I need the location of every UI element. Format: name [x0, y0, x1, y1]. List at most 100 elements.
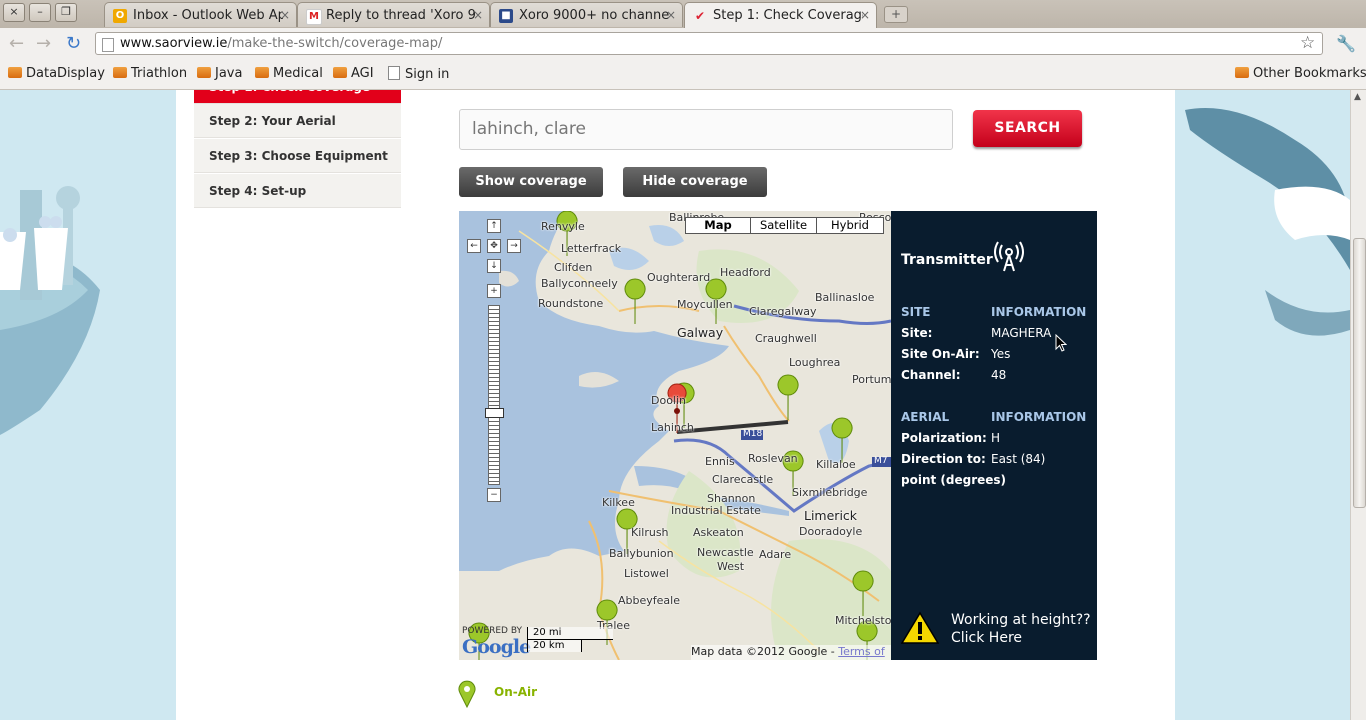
- tab-close-icon[interactable]: ×: [860, 8, 870, 22]
- folder-icon: [113, 67, 127, 78]
- location-search-input[interactable]: lahinch, clare: [459, 109, 953, 150]
- site-label: Site:: [901, 326, 933, 340]
- map-label: Headford: [720, 266, 771, 279]
- map-label: Craughwell: [755, 332, 817, 345]
- tab-title: Xoro 9000+ no channel: [519, 8, 669, 23]
- map-label: Loughrea: [789, 356, 841, 369]
- reload-button[interactable]: ↻: [66, 33, 81, 54]
- url-host: www.saorview.ie: [120, 36, 228, 51]
- folder-icon: [8, 67, 22, 78]
- map-label: Roslevan: [748, 452, 798, 465]
- scrollbar-thumb[interactable]: [1353, 238, 1366, 508]
- bookmark-sign-in[interactable]: Sign in: [388, 66, 449, 82]
- search-button[interactable]: SEARCH: [973, 110, 1082, 147]
- map-scale: 20 mi 20 km: [527, 627, 617, 655]
- wrench-menu-icon[interactable]: 🔧: [1336, 34, 1356, 53]
- scroll-up-icon[interactable]: ▲: [1354, 92, 1361, 102]
- site-on-air-value: Yes: [991, 347, 1011, 361]
- step-3-choose-equipment[interactable]: Step 3: Choose Equipment: [194, 139, 401, 173]
- tab-gmail-reply[interactable]: M Reply to thread 'Xoro 90 ×: [297, 2, 490, 27]
- hide-coverage-button[interactable]: Hide coverage: [623, 167, 767, 197]
- tab-strip: × – ❐ O Inbox - Outlook Web Ap × M Reply…: [0, 0, 1366, 28]
- map-label: Industrial Estate: [671, 504, 761, 517]
- tab-close-icon[interactable]: ×: [666, 8, 676, 22]
- map-label: Renvyle: [541, 220, 585, 233]
- road-label: M18: [743, 429, 763, 439]
- aerial-info-header: INFORMATION: [991, 410, 1087, 424]
- show-coverage-button[interactable]: Show coverage: [459, 167, 603, 197]
- tab-title: Reply to thread 'Xoro 90: [326, 8, 476, 23]
- back-button[interactable]: ←: [9, 33, 24, 54]
- map-type-satellite[interactable]: Satellite: [750, 217, 817, 234]
- tab-close-icon[interactable]: ×: [473, 8, 483, 22]
- map-label: Listowel: [624, 567, 669, 580]
- address-bar[interactable]: www.saorview.ie/make-the-switch/coverage…: [95, 32, 1323, 55]
- page-scrollbar[interactable]: ▲: [1350, 90, 1366, 720]
- map-type-map[interactable]: Map: [685, 217, 751, 234]
- map-label: Galway: [677, 325, 724, 340]
- window-close-button[interactable]: ×: [3, 3, 25, 22]
- map-label: Sixmilebridge: [792, 486, 868, 499]
- browser-toolbar: ← → ↻ www.saorview.ie/make-the-switch/co…: [0, 28, 1366, 60]
- tab-close-icon[interactable]: ×: [280, 8, 290, 22]
- window-maximize-button[interactable]: ❐: [55, 3, 77, 22]
- pan-left-icon[interactable]: ←: [467, 239, 481, 253]
- zoom-out-icon[interactable]: −: [487, 488, 501, 502]
- other-bookmarks[interactable]: Other Bookmarks: [1235, 66, 1366, 81]
- bookmark-java[interactable]: Java: [197, 66, 242, 81]
- aerial-header: AERIAL: [901, 410, 950, 424]
- page-icon: [102, 38, 114, 52]
- map-label: Moycullen: [677, 298, 733, 311]
- coverage-map[interactable]: Ballinrobe Roscom Renvyle Letterfrack Ou…: [459, 211, 891, 660]
- map-label: Kilrush: [631, 526, 669, 539]
- pan-up-icon[interactable]: ↑: [487, 219, 501, 233]
- pan-down-icon[interactable]: ↓: [487, 259, 501, 273]
- folder-icon: [197, 67, 211, 78]
- forward-button[interactable]: →: [36, 33, 51, 54]
- decorative-whale-illustration: [1175, 90, 1350, 720]
- window-minimize-button[interactable]: –: [29, 3, 51, 22]
- bookmark-star-icon[interactable]: ☆: [1300, 33, 1315, 53]
- step-1-check-coverage[interactable]: Step 1: Check Coverage: [194, 90, 401, 104]
- new-tab-button[interactable]: +: [884, 6, 908, 23]
- pan-right-icon[interactable]: →: [507, 239, 521, 253]
- on-air-marker-icon: [458, 680, 476, 708]
- zoom-slider-handle[interactable]: [485, 408, 504, 418]
- bookmark-medical[interactable]: Medical: [255, 66, 323, 81]
- bookmark-datadisplay[interactable]: DataDisplay: [8, 66, 105, 81]
- tab-check-coverage[interactable]: ✔ Step 1: Check Coverage ×: [684, 2, 877, 28]
- outlook-icon: O: [113, 9, 127, 23]
- step-2-your-aerial[interactable]: Step 2: Your Aerial: [194, 104, 401, 138]
- pan-center-icon[interactable]: ✥: [487, 239, 501, 253]
- zoom-slider[interactable]: [488, 305, 500, 485]
- transmitter-info-panel: Transmitter SITE INFORMATION Site: MAGHE…: [891, 211, 1097, 660]
- saorview-icon: ✔: [694, 9, 706, 23]
- bookmark-triathlon[interactable]: Triathlon: [113, 66, 187, 81]
- map-type-hybrid[interactable]: Hybrid: [816, 217, 884, 234]
- bookmark-agi[interactable]: AGI: [333, 66, 374, 81]
- warning-icon: [901, 611, 939, 644]
- folder-icon: [255, 67, 269, 78]
- map-label: Ballyconneely: [541, 277, 618, 290]
- map-label: Ballybunion: [609, 547, 674, 560]
- tab-xoro-forum[interactable]: ■ Xoro 9000+ no channel ×: [490, 2, 683, 27]
- map-label: Kilkee: [602, 496, 635, 509]
- zoom-in-icon[interactable]: +: [487, 284, 501, 298]
- map-label: Letterfrack: [561, 242, 622, 255]
- working-at-height-link[interactable]: Working at height?? Click Here: [951, 611, 1091, 647]
- folder-icon: [1235, 67, 1249, 78]
- mouse-cursor-icon: [1055, 334, 1067, 352]
- antenna-icon: [994, 241, 1024, 272]
- tab-title: Inbox - Outlook Web Ap: [133, 8, 283, 23]
- tab-outlook[interactable]: O Inbox - Outlook Web Ap ×: [104, 2, 297, 27]
- map-label: Adare: [759, 548, 792, 561]
- google-logo[interactable]: POWERED BY Google: [462, 626, 531, 658]
- map-label: Askeaton: [693, 526, 744, 539]
- on-air-legend-label: On-Air: [494, 685, 538, 699]
- step-4-set-up[interactable]: Step 4: Set-up: [194, 174, 401, 208]
- folder-icon: [333, 67, 347, 78]
- decorative-island-illustration: [0, 90, 176, 720]
- site-value: MAGHERA: [991, 326, 1052, 340]
- site-info-header: INFORMATION: [991, 305, 1087, 319]
- map-label: Mitchelstown: [835, 614, 891, 627]
